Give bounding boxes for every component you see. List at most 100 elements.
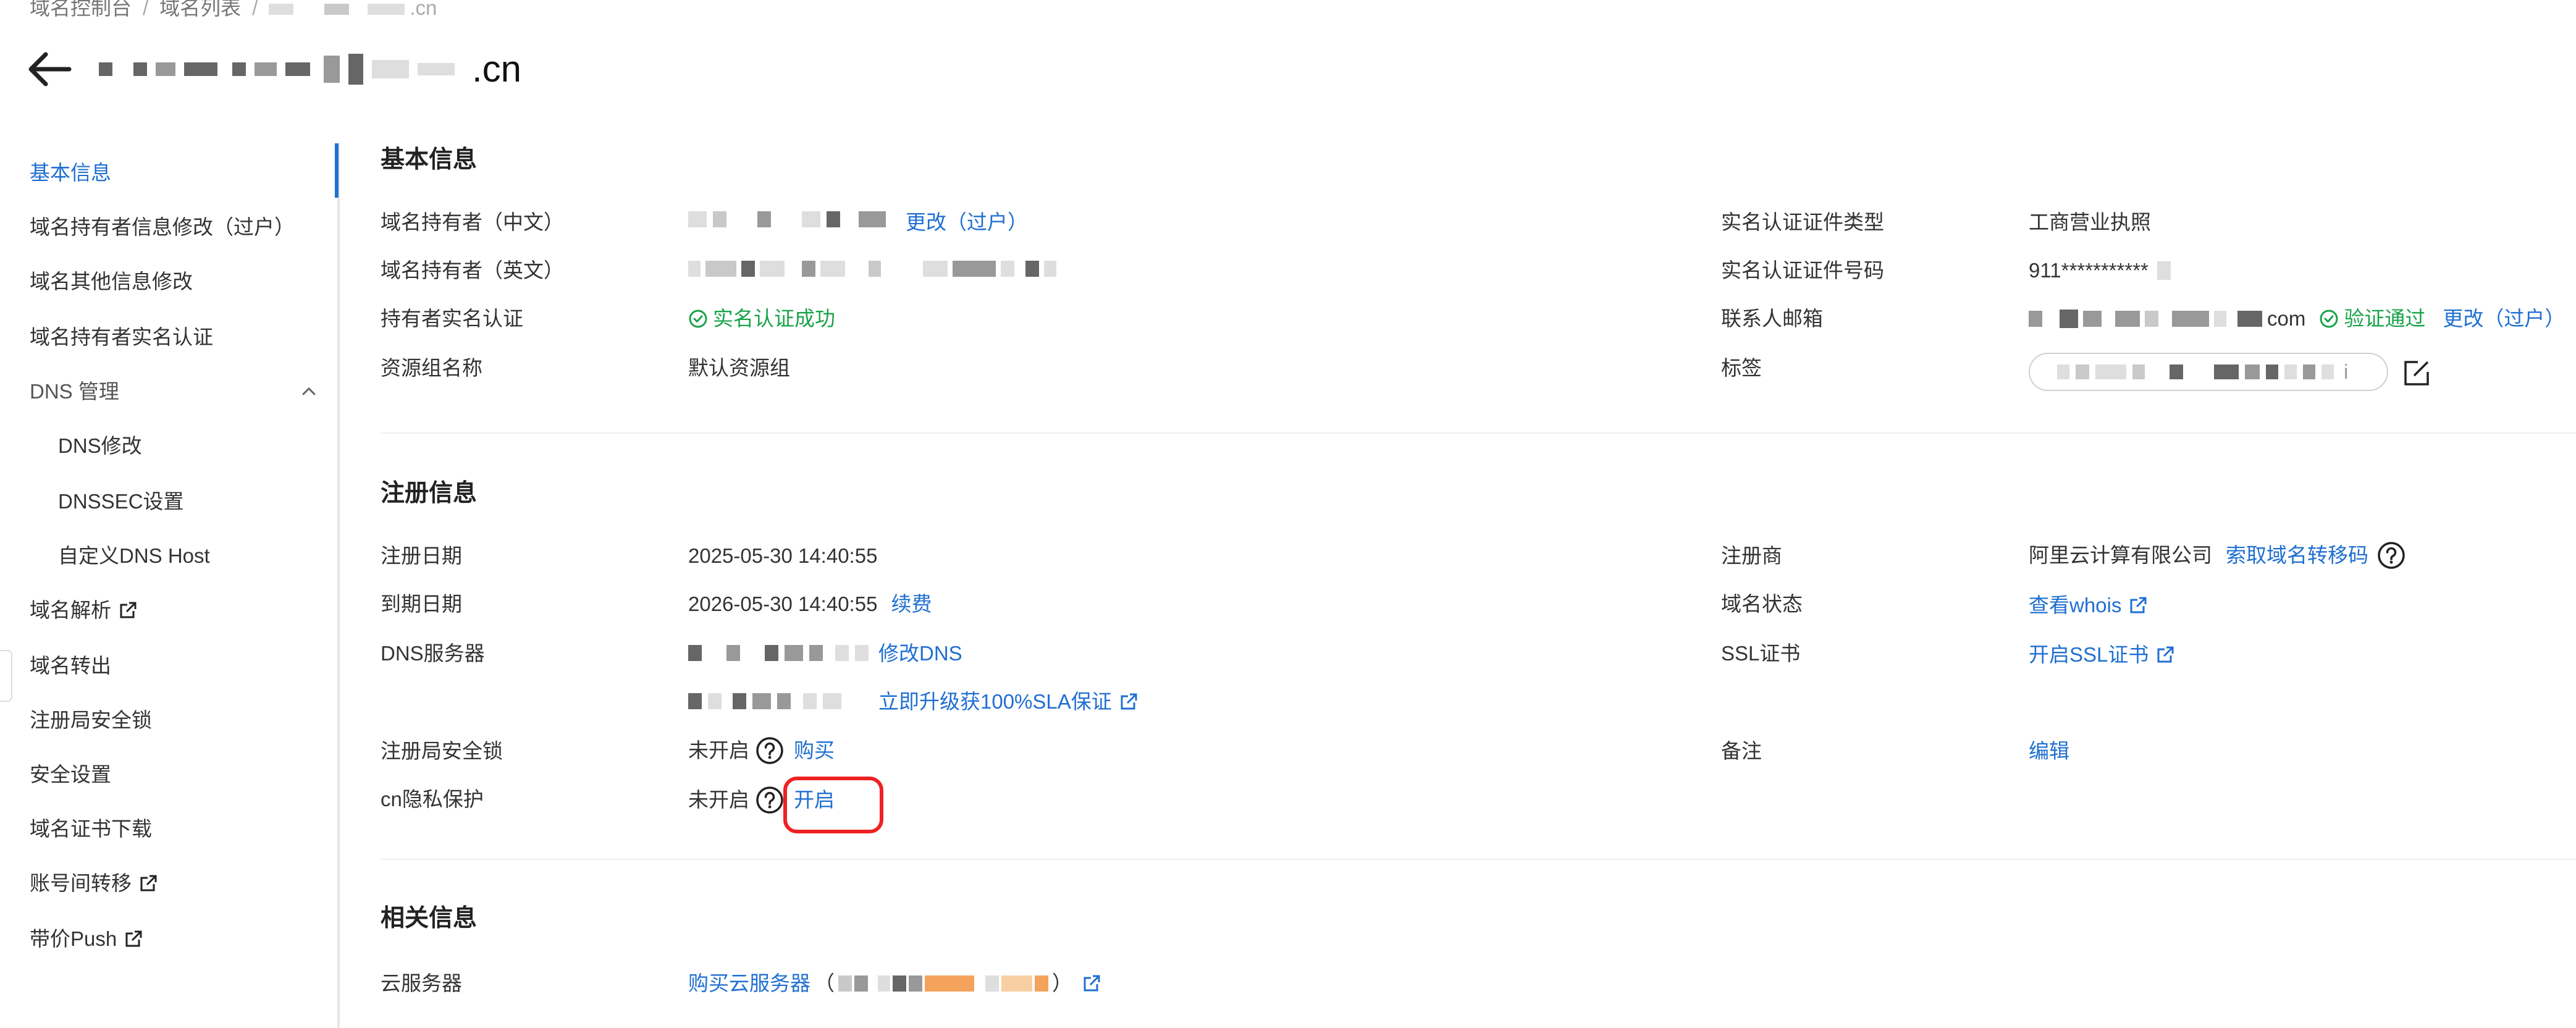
reg-date-label: 注册日期	[381, 544, 462, 567]
sidebar-item-label: 账号间转移	[30, 872, 132, 895]
sidebar-item-priced-push[interactable]: 带价Push	[30, 925, 143, 953]
external-link-icon	[2130, 597, 2147, 613]
privacy-status: 未开启	[688, 788, 749, 811]
realname-status-text: 实名认证成功	[713, 307, 835, 330]
tag-input[interactable]: i	[2029, 353, 2388, 391]
help-circle-icon[interactable]	[2377, 541, 2406, 570]
sidebar-active-indicator	[335, 143, 339, 198]
sidebar-item-label: 注册局安全锁	[30, 709, 152, 731]
highlight-box	[783, 777, 883, 833]
breadcrumb-console[interactable]: 域名控制台	[30, 0, 132, 19]
section-title-basic: 基本信息	[381, 146, 478, 173]
lock-label: 注册局安全锁	[381, 739, 503, 762]
sidebar-item-label: DNS 管理	[30, 380, 119, 403]
title-domain-suffix: .cn	[472, 48, 522, 90]
sla-upgrade-text: 立即升级获100%SLA保证	[878, 690, 1112, 713]
check-circle-icon	[2320, 310, 2338, 328]
paren-open: （	[814, 972, 835, 995]
external-link-icon	[1121, 693, 1137, 710]
buy-lock-link[interactable]: 购买	[794, 737, 835, 764]
external-link-icon[interactable]	[1082, 974, 1101, 993]
registrar-label: 注册商	[1721, 544, 1782, 567]
sidebar-item-dns-modify[interactable]: DNS修改	[58, 432, 142, 460]
chevron-up-icon[interactable]	[300, 382, 318, 400]
lock-row: 未开启 购买	[688, 736, 835, 765]
dns-server-2	[688, 693, 841, 709]
resgroup-label: 资源组名称	[381, 356, 482, 379]
sidebar-item-realname[interactable]: 域名持有者实名认证	[30, 324, 213, 351]
email-verified-text: 验证通过	[2344, 307, 2426, 330]
sidebar-item-label: 域名其他信息修改	[30, 270, 193, 293]
sidebar-item-security-settings[interactable]: 安全设置	[30, 761, 111, 788]
tag-suffix: i	[2344, 360, 2349, 383]
help-circle-icon[interactable]	[756, 736, 784, 765]
owner-cn-value	[688, 211, 886, 227]
modify-dns-link[interactable]: 修改DNS	[878, 640, 962, 667]
sidebar-item-basic-info[interactable]: 基本信息	[30, 159, 111, 187]
cert-no-text: 911***********	[2029, 259, 2149, 282]
help-circle-icon[interactable]	[756, 786, 784, 814]
sidebar-item-custom-dns-host[interactable]: 自定义DNS Host	[58, 542, 210, 570]
paren-close: ）	[1052, 972, 1072, 995]
sla-upgrade-link[interactable]: 立即升级获100%SLA保证	[878, 688, 1138, 715]
sidebar-item-dnssec[interactable]: DNSSEC设置	[58, 488, 184, 515]
remark-label: 备注	[1721, 739, 1762, 762]
realname-label: 持有者实名认证	[381, 307, 523, 330]
ssl-label: SSL证书	[1721, 642, 1801, 665]
whois-link[interactable]: 查看whois	[2029, 592, 2147, 619]
email-verified-status: 验证通过	[2319, 305, 2425, 332]
external-link-icon	[2157, 646, 2174, 663]
breadcrumb-separator: /	[252, 0, 258, 19]
sidebar-item-label: 域名证书下载	[30, 817, 152, 840]
sidebar-group-dns[interactable]: DNS 管理	[30, 378, 119, 405]
resgroup-value: 默认资源组	[688, 356, 790, 379]
renew-link[interactable]: 续费	[891, 591, 932, 618]
email-label: 联系人邮箱	[1721, 307, 1823, 330]
breadcrumb: 域名控制台 / 域名列表 / .cn	[30, 0, 437, 21]
remark-edit-link[interactable]: 编辑	[2029, 738, 2069, 765]
email-value: com 验证通过 更改（过户）	[2029, 305, 2565, 332]
dns-server-1	[688, 645, 869, 661]
sidebar-item-label: 域名持有者信息修改（过户）	[30, 216, 295, 238]
cert-type-value: 工商营业执照	[2029, 211, 2151, 234]
owner-en-value	[688, 261, 1056, 277]
sidebar-item-transfer-out[interactable]: 域名转出	[30, 652, 111, 680]
ssl-link[interactable]: 开启SSL证书	[2029, 641, 2174, 668]
sidebar-collapse-handle[interactable]	[0, 650, 12, 702]
cert-no-label: 实名认证证件号码	[1721, 259, 1884, 282]
registrar-value: 阿里云计算有限公司	[2029, 544, 2212, 567]
transfer-code-link[interactable]: 索取域名转移码	[2226, 542, 2368, 569]
owner-en-label: 域名持有者（英文）	[381, 259, 564, 282]
domain-status-label: 域名状态	[1721, 592, 1803, 615]
sidebar-divider	[337, 143, 340, 1028]
cloud-server-row: 购买云服务器 （ ）	[688, 970, 1101, 997]
sidebar-item-registry-lock[interactable]: 注册局安全锁	[30, 707, 152, 734]
sidebar-item-label: 自定义DNS Host	[58, 544, 210, 567]
registrar-row: 阿里云计算有限公司 索取域名转移码	[2029, 541, 2406, 570]
cloud-server-redacted	[838, 975, 1048, 992]
section-title-registration: 注册信息	[381, 480, 478, 507]
sidebar-item-label: 域名解析	[30, 599, 111, 621]
edit-icon[interactable]	[2403, 358, 2431, 387]
section-divider	[381, 859, 2576, 860]
tag-label: 标签	[1721, 356, 1762, 379]
owner-cn-change-link[interactable]: 更改（过户）	[906, 209, 1028, 236]
email-change-link[interactable]: 更改（过户）	[2443, 305, 2565, 332]
breadcrumb-domain-list[interactable]: 域名列表	[159, 0, 241, 19]
sidebar-item-cert-download[interactable]: 域名证书下载	[30, 815, 152, 843]
sidebar-item-owner-change[interactable]: 域名持有者信息修改（过户）	[30, 214, 295, 241]
breadcrumb-domain-suffix: .cn	[410, 0, 437, 19]
buy-cloud-server-link[interactable]: 购买云服务器	[688, 970, 810, 997]
breadcrumb-separator: /	[143, 0, 149, 19]
sidebar-item-label: 安全设置	[30, 763, 111, 786]
sidebar-item-label: 域名持有者实名认证	[30, 326, 213, 348]
email-suffix: com	[2267, 307, 2306, 330]
ssl-link-text: 开启SSL证书	[2029, 643, 2149, 666]
sidebar-item-label: 带价Push	[30, 927, 117, 950]
sidebar-item-label: DNSSEC设置	[58, 490, 184, 513]
back-arrow-icon[interactable]	[25, 51, 72, 88]
sidebar-item-account-transfer[interactable]: 账号间转移	[30, 870, 158, 897]
sidebar-item-label: DNS修改	[58, 434, 142, 457]
sidebar-item-other-info[interactable]: 域名其他信息修改	[30, 268, 193, 295]
sidebar-item-dns-resolve[interactable]: 域名解析	[30, 597, 137, 624]
